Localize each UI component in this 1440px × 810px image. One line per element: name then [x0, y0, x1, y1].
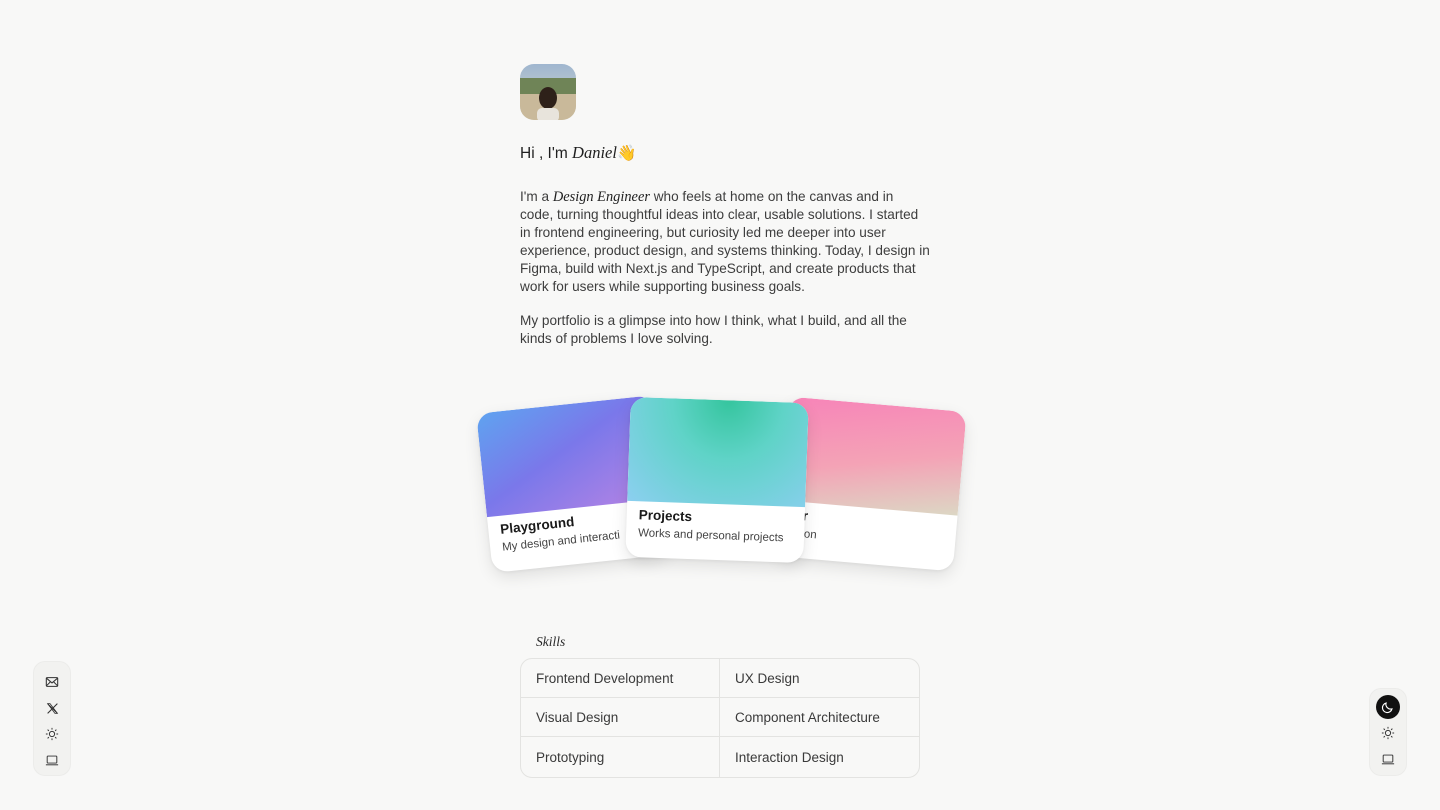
card-title: Projects	[638, 507, 693, 525]
skill-item: Visual Design	[521, 698, 720, 737]
card-artwork	[780, 396, 967, 516]
bio: I'm a Design Engineer who feels at home …	[520, 188, 930, 364]
sun-icon[interactable]	[40, 722, 64, 746]
mail-icon[interactable]	[40, 670, 64, 694]
social-dock	[33, 661, 71, 776]
wave-emoji: 👋	[616, 145, 637, 162]
skill-item: Frontend Development	[521, 659, 720, 698]
greeting-prefix: Hi , I'm	[520, 145, 568, 162]
theme-dock	[1369, 688, 1407, 776]
bio-text: I'm a	[520, 189, 553, 204]
sun-icon[interactable]	[1376, 721, 1400, 745]
card-projects[interactable]: Projects Works and personal projects	[625, 396, 809, 564]
skill-item: Interaction Design	[735, 749, 844, 765]
x-icon[interactable]	[40, 696, 64, 720]
greeting-name: Daniel	[572, 143, 617, 162]
card-artwork	[627, 396, 809, 508]
laptop-icon[interactable]	[1376, 747, 1400, 771]
skills-label: Skills	[536, 634, 566, 649]
card-description: Works and personal projects	[637, 527, 784, 545]
skills-grid: Frontend Development UX Design Visual De…	[520, 658, 920, 778]
laptop-icon[interactable]	[40, 748, 64, 772]
skill-item: UX Design	[720, 659, 919, 698]
avatar	[520, 64, 576, 120]
moon-icon[interactable]	[1376, 695, 1400, 719]
bio-paragraph-1: I'm a Design Engineer who feels at home …	[520, 188, 930, 296]
card-stack: Playground My design and interacti der r…	[470, 390, 970, 580]
greeting: Hi , I'm Daniel👋	[520, 143, 636, 163]
bio-role: Design Engineer	[552, 189, 650, 205]
skill-item: Component Architecture	[720, 698, 919, 737]
bio-paragraph-2: My portfolio is a glimpse into how I thi…	[520, 313, 907, 346]
skill-item: Prototyping	[521, 737, 720, 777]
